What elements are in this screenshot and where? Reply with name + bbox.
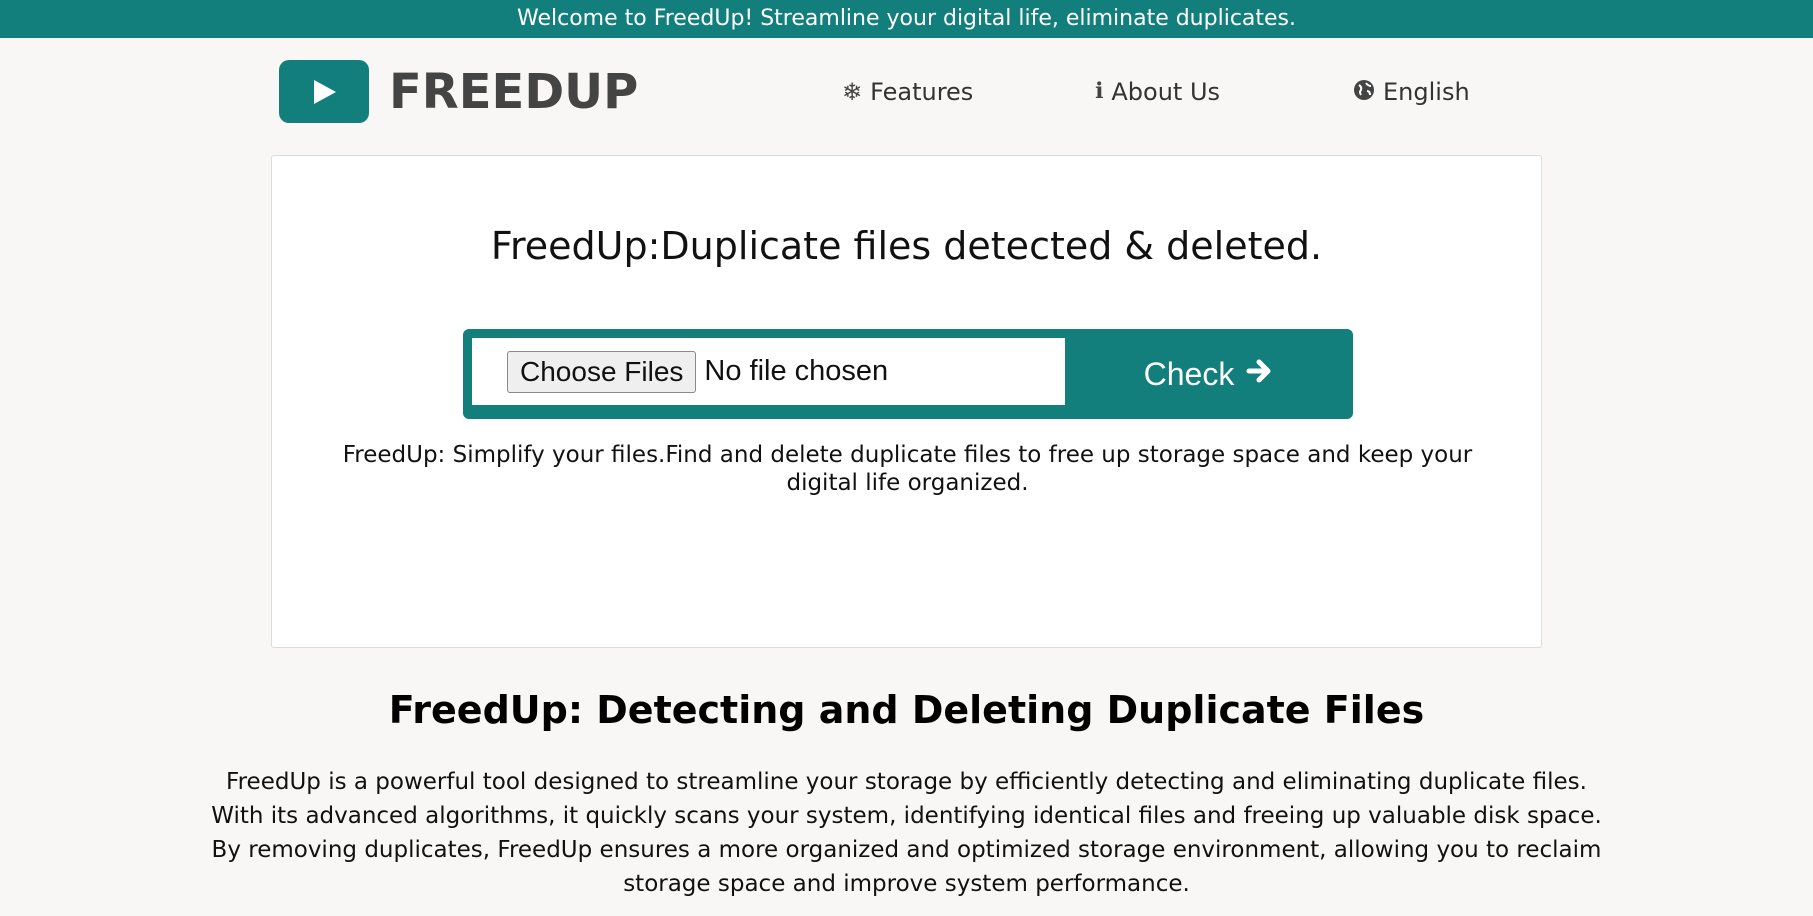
info-icon: ℹ bbox=[1095, 79, 1104, 104]
upload-card: FreedUp:Duplicate files detected & delet… bbox=[271, 155, 1542, 648]
file-input[interactable]: Choose Files No file chosen bbox=[472, 338, 1065, 405]
hero-description: FreedUp: Simplify your files.Find and de… bbox=[342, 442, 1473, 496]
check-button-label: Check bbox=[1143, 355, 1235, 392]
nav-language-label: English bbox=[1383, 78, 1470, 106]
nav-language[interactable]: English bbox=[1353, 78, 1470, 106]
check-button[interactable]: Check bbox=[1065, 329, 1353, 419]
file-status: No file chosen bbox=[704, 355, 889, 387]
nav-features[interactable]: ❄ Features bbox=[842, 78, 973, 106]
snowflake-icon: ❄ bbox=[842, 78, 863, 106]
nav-about-us-label: About Us bbox=[1111, 78, 1221, 106]
upload-form: Choose Files No file chosen Check bbox=[463, 329, 1353, 419]
hero-title: FreedUp:Duplicate files detected & delet… bbox=[490, 224, 1323, 268]
nav-about-us[interactable]: ℹ About Us bbox=[1095, 78, 1220, 106]
arrow-right-icon bbox=[1246, 356, 1274, 393]
globe-icon bbox=[1353, 79, 1375, 105]
section-title: FreedUp: Detecting and Deleting Duplicat… bbox=[388, 688, 1425, 732]
choose-files-button[interactable]: Choose Files bbox=[507, 350, 697, 393]
logo[interactable]: FREEDUP bbox=[279, 60, 638, 123]
logo-text: FREEDUP bbox=[389, 63, 639, 120]
welcome-banner-text: Welcome to FreedUp! Streamline your digi… bbox=[516, 6, 1297, 31]
play-icon bbox=[279, 60, 369, 123]
welcome-banner: Welcome to FreedUp! Streamline your digi… bbox=[0, 0, 1813, 38]
nav-features-label: Features bbox=[870, 78, 974, 106]
section-body: FreedUp is a powerful tool designed to s… bbox=[211, 769, 1602, 897]
site-header: FREEDUP ❄ Features ℹ About Us English bbox=[0, 38, 1813, 156]
